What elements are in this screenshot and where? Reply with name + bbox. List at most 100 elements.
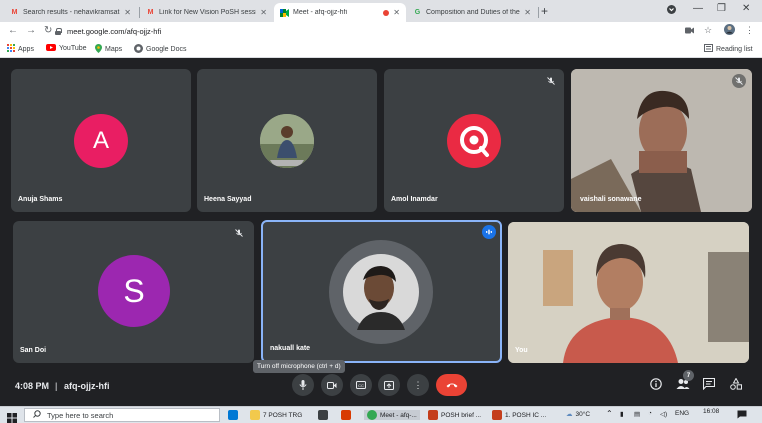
taskbar-search-box[interactable]: Type here to search: [24, 408, 220, 422]
bookmark-google-docs[interactable]: Google Docs: [134, 44, 186, 55]
google-icon: G: [414, 9, 421, 16]
leave-call-button[interactable]: [436, 374, 467, 396]
microphone-tooltip: Turn off microphone (ctrl + d): [253, 360, 345, 373]
reload-icon[interactable]: ↻: [44, 25, 52, 36]
network-icon[interactable]: ▤: [634, 410, 640, 418]
tab-meet[interactable]: Meet - afq-ojjz-hfi ✕: [274, 3, 406, 22]
address-bar[interactable]: meet.google.com/afq-ojjz-hfi: [55, 24, 695, 39]
taskbar-powerpoint-brief[interactable]: POSH brief ...: [428, 410, 481, 420]
tab-gmail-link[interactable]: M Link for New Vision PoSH session ✕: [140, 3, 273, 22]
powerpoint-icon: [492, 410, 502, 420]
camera-in-use-icon[interactable]: [685, 26, 694, 36]
meeting-details-icon[interactable]: [650, 378, 662, 393]
bookmark-youtube[interactable]: YouTube: [46, 44, 87, 53]
battery-icon[interactable]: ▮: [620, 410, 624, 418]
participant-tile-you[interactable]: You: [508, 222, 749, 363]
participant-tile-amol[interactable]: Amol Inamdar: [384, 69, 564, 212]
lock-icon: [55, 28, 62, 35]
avatar: [447, 114, 501, 168]
bookmark-star-icon[interactable]: ☆: [704, 25, 712, 36]
activities-button[interactable]: [730, 377, 742, 393]
svg-text:CC: CC: [358, 383, 364, 388]
meet-stage: A Anuja Shams Heena Sayyad Amol Inamdar …: [0, 58, 762, 406]
browser-tab-strip: M Search results - nehavikramsathe ✕ M L…: [0, 0, 762, 22]
search-icon: [33, 410, 41, 420]
microphone-button[interactable]: [292, 374, 314, 396]
participant-tile-vaishali[interactable]: vaishali sonawane: [571, 69, 752, 212]
taskbar-office-app[interactable]: [341, 410, 354, 420]
muted-mic-icon: [732, 74, 746, 88]
present-screen-icon: [384, 380, 394, 390]
clock-separator: |: [55, 381, 58, 391]
weather-widget[interactable]: ☁ 30°C: [566, 410, 590, 419]
chat-button[interactable]: [702, 377, 716, 393]
new-tab-button[interactable]: +: [541, 4, 548, 18]
taskbar-chrome-meet[interactable]: Meet - afq-...: [364, 410, 420, 420]
participant-name: You: [515, 347, 528, 354]
close-tab-icon[interactable]: ✕: [393, 8, 400, 17]
tab-gmail-search[interactable]: M Search results - nehavikramsathe ✕: [4, 3, 137, 22]
camera-button[interactable]: [321, 374, 343, 396]
participant-count-badge: 7: [683, 370, 694, 381]
powerpoint-icon: [428, 410, 438, 420]
speaking-indicator-icon: [482, 225, 496, 239]
bookmark-apps[interactable]: Apps: [7, 44, 34, 54]
language-indicator[interactable]: ENG: [675, 410, 689, 417]
video-camera-icon: [327, 381, 337, 389]
bookmark-label: Apps: [18, 45, 34, 53]
office-icon: [341, 410, 351, 420]
participant-tile-heena[interactable]: Heena Sayyad: [197, 69, 377, 212]
store-icon: [318, 410, 328, 420]
participant-tile-san[interactable]: S San Doi: [13, 221, 254, 363]
logo-icon: [460, 126, 489, 157]
folder-icon: [250, 410, 260, 420]
browser-toolbar: ← → ↻ meet.google.com/afq-ojjz-hfi ☆ ⋮: [0, 22, 762, 41]
gmail-icon: M: [11, 9, 18, 16]
bookmark-maps[interactable]: Maps: [95, 44, 122, 55]
present-now-button[interactable]: [378, 374, 400, 396]
wifi-icon[interactable]: ◔: [648, 410, 652, 417]
more-vert-icon: ⋮: [413, 379, 423, 390]
microphone-icon: [299, 380, 307, 390]
taskbar-powerpoint-ic[interactable]: 1. POSH IC ...: [492, 410, 546, 420]
close-window-icon[interactable]: ✕: [742, 3, 750, 14]
taskbar-item-label: 1. POSH IC ...: [505, 411, 547, 419]
reading-list-button[interactable]: Reading list: [704, 44, 753, 54]
tab-title: Composition and Duties of the In: [426, 9, 521, 16]
windows-start-icon[interactable]: [7, 410, 17, 423]
chrome-icon: [367, 410, 377, 420]
browser-menu-icon[interactable]: ⋮: [745, 25, 754, 36]
gmail-icon: M: [147, 9, 154, 16]
taskbar-mail-app[interactable]: [228, 410, 241, 420]
tab-title: Search results - nehavikramsathe: [23, 9, 121, 16]
close-tab-icon[interactable]: ✕: [260, 8, 267, 17]
chat-icon: [702, 377, 716, 391]
meeting-code: afq-ojjz-hfi: [64, 381, 110, 391]
participant-tile-anuja[interactable]: A Anuja Shams: [11, 69, 191, 212]
notifications-icon[interactable]: [737, 410, 747, 419]
restore-icon[interactable]: ❐: [717, 3, 726, 14]
search-placeholder: Type here to search: [47, 410, 114, 420]
volume-icon[interactable]: ◁): [660, 410, 667, 418]
participant-tile-nakuall[interactable]: nakuall kate: [261, 220, 502, 363]
back-icon[interactable]: ←: [8, 25, 18, 36]
forward-icon[interactable]: →: [26, 25, 36, 36]
show-hidden-icons-icon[interactable]: ⌃: [606, 409, 613, 418]
bookmark-label: Google Docs: [146, 46, 187, 53]
taskbar-folder-posh-trg[interactable]: 7 POSH TRG: [250, 410, 302, 420]
muted-mic-icon: [544, 74, 558, 88]
more-options-button[interactable]: ⋮: [407, 374, 429, 396]
recording-icon: [383, 9, 390, 16]
system-clock[interactable]: 16:08: [703, 408, 719, 415]
avatar-initial: S: [123, 272, 145, 309]
tab-search-icon[interactable]: [667, 5, 676, 17]
tab-composition[interactable]: G Composition and Duties of the In ✕: [407, 3, 537, 22]
captions-button[interactable]: CC: [350, 374, 372, 396]
close-tab-icon[interactable]: ✕: [524, 8, 531, 17]
minimize-icon[interactable]: —: [693, 3, 703, 14]
profile-avatar-icon[interactable]: [724, 24, 735, 37]
taskbar-store-app[interactable]: [318, 410, 331, 420]
avatar: [329, 240, 433, 344]
participant-name: San Doi: [20, 347, 47, 354]
close-tab-icon[interactable]: ✕: [124, 8, 131, 17]
